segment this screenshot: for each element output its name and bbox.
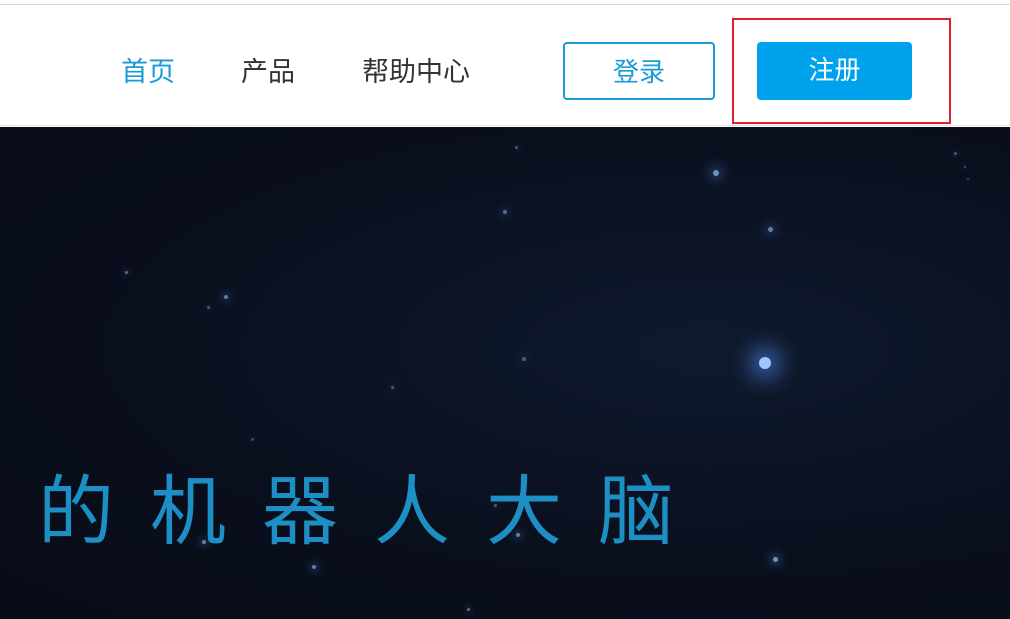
site-header: 首页 产品 帮助中心 登录 注册 [0,5,1010,126]
star-particle [224,295,228,299]
star-particle [967,178,969,180]
star-particle [250,437,254,441]
star-particle [503,210,507,214]
register-button[interactable]: 注册 [757,42,912,100]
star-particle [767,226,773,232]
star-particle [206,305,210,309]
star-particle [772,556,778,562]
hero-title: 的机器人大脑 [38,467,710,556]
nav-item-help-center[interactable]: 帮助中心 [362,53,470,93]
login-button[interactable]: 登录 [563,42,715,100]
star-particle [522,357,526,361]
star-particle [390,385,394,389]
star-particle [466,607,470,611]
hero-banner: 的机器人大脑 [0,127,1010,619]
nav-item-home[interactable]: 首页 [121,53,175,93]
star-particle [124,270,128,274]
nav-item-products[interactable]: 产品 [241,53,295,93]
star-particle [953,151,957,155]
star-particle [964,166,966,168]
star-particle [759,357,771,369]
star-particle [312,565,316,569]
star-particle [713,170,719,176]
star-particle [514,145,518,149]
